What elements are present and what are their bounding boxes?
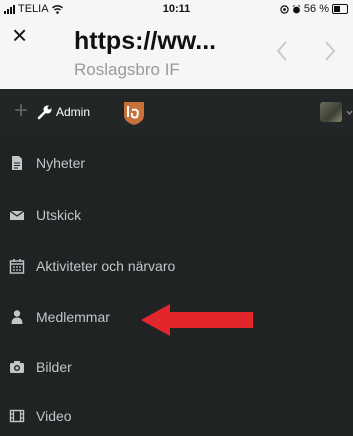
menu-item-aktiviteter[interactable]: Aktiviteter och närvaro bbox=[0, 246, 353, 286]
menu-item-label: Video bbox=[36, 408, 72, 424]
annotation-arrow bbox=[141, 304, 253, 336]
person-icon bbox=[11, 310, 23, 324]
user-avatar[interactable] bbox=[320, 102, 342, 122]
page-url: https://ww... bbox=[74, 27, 217, 55]
camera-icon bbox=[10, 361, 24, 373]
menu-item-video[interactable]: Video bbox=[0, 396, 353, 436]
add-button[interactable]: + bbox=[14, 97, 28, 125]
calendar-icon bbox=[9, 259, 25, 274]
close-button[interactable]: × bbox=[12, 22, 27, 48]
chevron-left-icon bbox=[276, 41, 287, 61]
menu-item-label: Medlemmar bbox=[36, 309, 110, 325]
admin-menu-button[interactable]: Admin bbox=[56, 105, 90, 119]
document-icon bbox=[12, 156, 22, 170]
film-icon bbox=[9, 409, 25, 423]
back-button[interactable] bbox=[272, 36, 292, 66]
forward-button[interactable] bbox=[320, 36, 340, 66]
menu-item-label: Utskick bbox=[36, 207, 82, 223]
envelope-icon bbox=[9, 210, 25, 220]
battery-icon bbox=[332, 4, 348, 14]
menu-item-label: Aktiviteter och närvaro bbox=[36, 258, 176, 274]
menu-item-nyheter[interactable]: Nyheter bbox=[0, 143, 353, 183]
site-title: Roslagsbro IF bbox=[74, 60, 180, 79]
chevron-down-icon[interactable] bbox=[346, 109, 353, 116]
location-icon bbox=[280, 4, 289, 14]
alarm-icon bbox=[292, 4, 301, 13]
app-toolbar: + Admin bbox=[0, 89, 353, 137]
menu-item-utskick[interactable]: Utskick bbox=[0, 195, 353, 235]
menu-item-label: Bilder bbox=[36, 359, 72, 375]
browser-header: TELIA 10:11 56 % × https://ww... Roslags… bbox=[0, 0, 353, 89]
club-logo-icon[interactable] bbox=[122, 100, 146, 126]
status-bar: TELIA 10:11 56 % bbox=[0, 0, 353, 16]
wrench-icon bbox=[37, 105, 52, 120]
chevron-right-icon bbox=[325, 41, 336, 61]
menu-item-bilder[interactable]: Bilder bbox=[0, 347, 353, 387]
menu-item-label: Nyheter bbox=[36, 155, 86, 171]
battery-percent: 56 % bbox=[303, 3, 329, 15]
